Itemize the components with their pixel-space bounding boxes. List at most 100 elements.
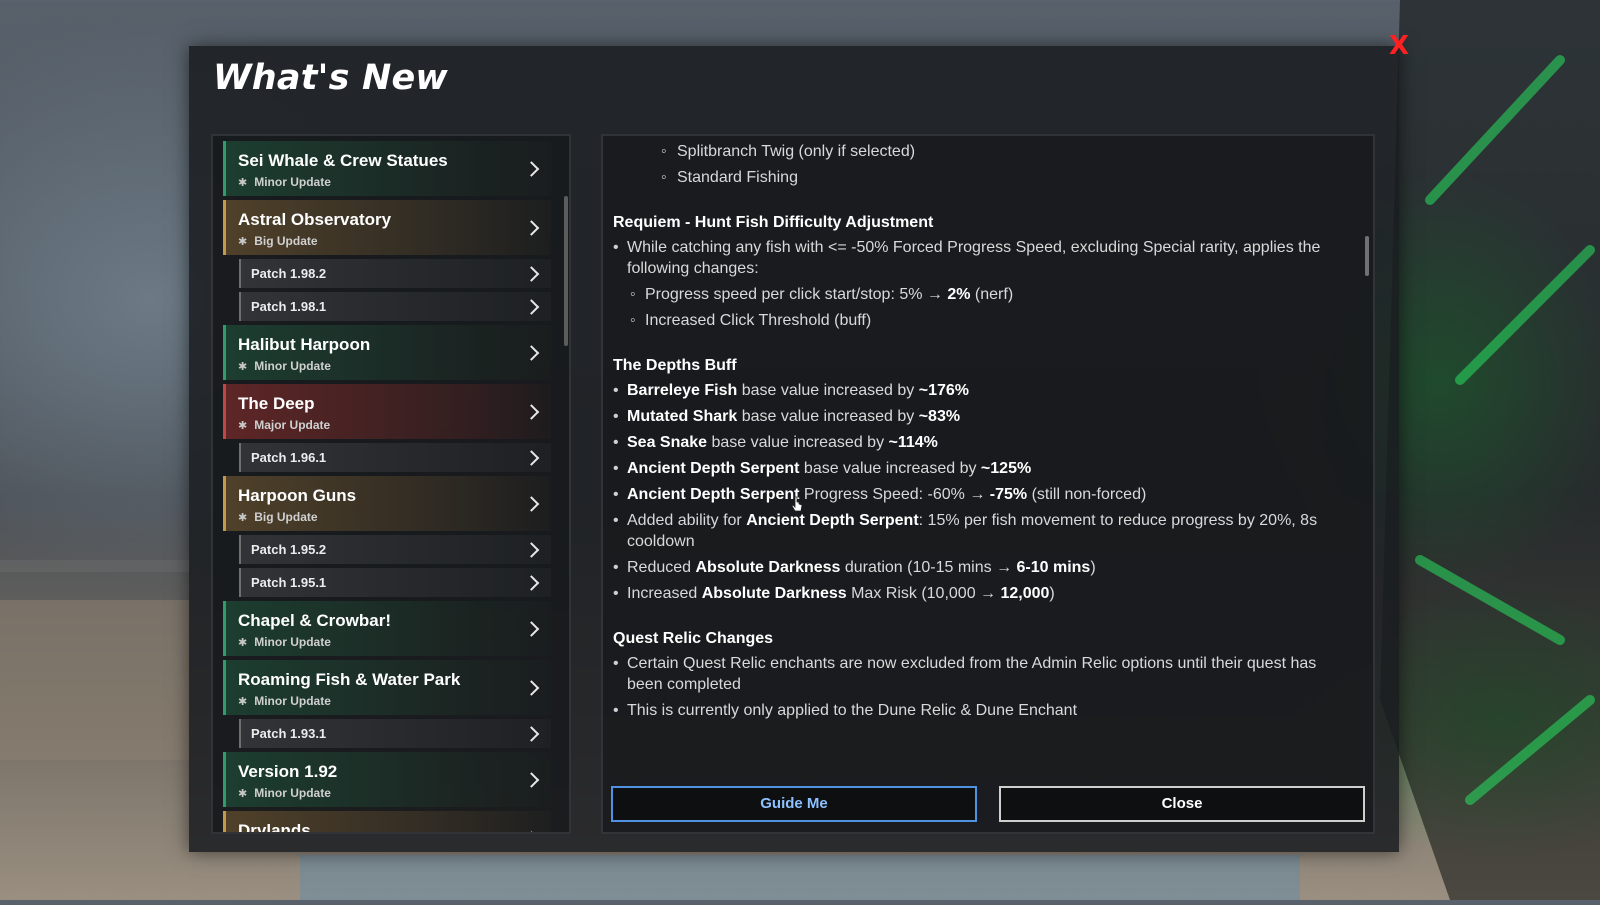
- bullet-highlight: Barreleye Fish: [627, 382, 738, 399]
- update-tag: ✱ Major Update: [238, 418, 551, 432]
- changelog-section: Requiem - Hunt Fish Difficulty Adjustmen…: [613, 214, 1353, 331]
- section-heading: Requiem - Hunt Fish Difficulty Adjustmen…: [613, 214, 934, 231]
- bullet-text: base value increased by: [707, 434, 889, 451]
- update-tag-label: Major Update: [254, 418, 331, 432]
- bullet-highlight: Ancient Depth Serpent: [627, 486, 800, 503]
- changelog-bullet: Increased Click Threshold (buff): [613, 310, 1353, 331]
- bullet-text: base value increased by: [737, 408, 919, 425]
- changelog-bullet: Increased Absolute Darkness Max Risk (10…: [613, 583, 1353, 604]
- update-tag: ✱ Minor Update: [238, 359, 551, 373]
- bullet-text: Progress speed per click start/stop: 5% …: [645, 286, 948, 303]
- chevron-right-icon: [523, 725, 540, 742]
- close-icon[interactable]: X: [1386, 31, 1412, 61]
- bullet-text: While catching any fish with <= -50% For…: [627, 239, 1321, 277]
- changelog-bullet: Sea Snake base value increased by ~114%: [613, 432, 1353, 453]
- sidebar-update-item[interactable]: Astral Observatory ✱ Big Update: [223, 200, 551, 255]
- star-icon: ✱: [238, 359, 248, 373]
- guide-me-button[interactable]: Guide Me: [611, 786, 977, 822]
- sidebar-patch-item[interactable]: Patch 1.95.1: [239, 568, 551, 597]
- update-title: Roaming Fish & Water Park: [238, 670, 461, 689]
- update-list-panel[interactable]: Sei Whale & Crew Statues ✱ Minor Update Ast…: [211, 134, 571, 834]
- patch-title: Patch 1.96.1: [251, 450, 327, 465]
- star-icon: ✱: [238, 635, 248, 649]
- update-title: Astral Observatory: [238, 210, 392, 229]
- update-details-content: Splitbranch Twig (only if selected) Stand…: [613, 136, 1353, 721]
- bullet-highlight: 6-10 mins: [1016, 559, 1091, 576]
- chevron-right-icon: [523, 449, 540, 466]
- star-icon: ✱: [238, 694, 248, 708]
- update-tag-label: Big Update: [254, 234, 318, 248]
- update-tag-label: Big Update: [254, 510, 318, 524]
- update-list-scrollbar[interactable]: [564, 196, 568, 346]
- section-heading: Quest Relic Changes: [613, 630, 774, 647]
- bullet-highlight: ~176%: [918, 382, 969, 399]
- changelog-bullet: Mutated Shark base value increased by ~8…: [613, 406, 1353, 427]
- changelog-bullet: Certain Quest Relic enchants are now exc…: [613, 653, 1353, 695]
- bullet-text: Added ability for: [627, 512, 747, 529]
- changelog-section: Splitbranch Twig (only if selected) Stand…: [613, 141, 1353, 188]
- whats-new-dialog: What's New Sei Whale & Crew Statues ✱ Mino…: [189, 46, 1399, 852]
- star-icon: ✱: [238, 510, 248, 524]
- sidebar-update-item[interactable]: Version 1.92 ✱ Minor Update: [223, 752, 551, 807]
- bullet-text: Reduced: [627, 559, 696, 576]
- changelog-bullet: This is currently only applied to the Du…: [613, 700, 1353, 721]
- update-title: Sei Whale & Crew Statues: [238, 151, 448, 170]
- patch-title: Patch 1.95.1: [251, 575, 327, 590]
- sidebar-patch-item[interactable]: Patch 1.95.2: [239, 535, 551, 564]
- changelog-bullet: Splitbranch Twig (only if selected): [613, 141, 1353, 162]
- chevron-right-icon: [523, 541, 540, 558]
- bullet-text: Increased: [627, 585, 702, 602]
- bullet-text: base value increased by: [799, 460, 981, 477]
- bullet-text: Progress Speed: -60% →: [799, 486, 990, 503]
- bullet-text: ): [1049, 585, 1055, 602]
- chevron-right-icon: [523, 298, 540, 315]
- changelog-bullet: Progress speed per click start/stop: 5% …: [613, 284, 1353, 305]
- sidebar-patch-item[interactable]: Patch 1.98.1: [239, 292, 551, 321]
- sidebar-update-item[interactable]: Drylands: [223, 811, 551, 834]
- star-icon: ✱: [238, 175, 248, 189]
- bullet-highlight: Mutated Shark: [627, 408, 738, 425]
- update-title: Harpoon Guns: [238, 486, 357, 505]
- update-list: Sei Whale & Crew Statues ✱ Minor Update Ast…: [213, 136, 559, 834]
- bullet-highlight: Ancient Depth Serpent: [627, 460, 800, 477]
- sidebar-update-item[interactable]: Chapel & Crowbar! ✱ Minor Update: [223, 601, 551, 656]
- update-tag-label: Minor Update: [254, 175, 331, 189]
- chevron-right-icon: [523, 574, 540, 591]
- update-tag-label: Minor Update: [254, 635, 331, 649]
- bullet-highlight: ~125%: [980, 460, 1032, 477]
- bullet-text: Splitbranch Twig (only if selected): [677, 143, 916, 160]
- sidebar-patch-item[interactable]: Patch 1.98.2: [239, 259, 551, 288]
- chevron-right-icon: [523, 265, 540, 282]
- update-title: Chapel & Crowbar!: [238, 611, 392, 630]
- changelog-bullet: While catching any fish with <= -50% For…: [613, 237, 1353, 279]
- bullet-text: ): [1090, 559, 1096, 576]
- bullet-text: Max Risk (10,000 →: [846, 585, 1001, 602]
- changelog-bullet: Ancient Depth Serpent base value increas…: [613, 458, 1353, 479]
- mouse-cursor-icon: [791, 496, 803, 512]
- close-button[interactable]: Close: [999, 786, 1365, 822]
- bullet-text: duration (10-15 mins →: [840, 559, 1017, 576]
- changelog-bullet: Ancient Depth Serpent Progress Speed: -6…: [613, 484, 1353, 505]
- sidebar-update-item[interactable]: Roaming Fish & Water Park ✱ Minor Update: [223, 660, 551, 715]
- bullet-highlight: -75%: [989, 486, 1028, 503]
- star-icon: ✱: [238, 418, 248, 432]
- update-tag: ✱ Big Update: [238, 234, 551, 248]
- sidebar-update-item[interactable]: The Deep ✱ Major Update: [223, 384, 551, 439]
- sidebar-patch-item[interactable]: Patch 1.93.1: [239, 719, 551, 748]
- update-title: Version 1.92: [238, 762, 338, 781]
- update-tag: ✱ Minor Update: [238, 786, 551, 800]
- patch-title: Patch 1.98.1: [251, 299, 327, 314]
- bullet-highlight: Absolute Darkness: [701, 585, 847, 602]
- update-tag: ✱ Minor Update: [238, 694, 551, 708]
- details-scrollbar[interactable]: [1365, 236, 1369, 276]
- patch-title: Patch 1.95.2: [251, 542, 327, 557]
- sidebar-patch-item[interactable]: Patch 1.96.1: [239, 443, 551, 472]
- changelog-bullet: Reduced Absolute Darkness duration (10-1…: [613, 557, 1353, 578]
- sidebar-update-item[interactable]: Halibut Harpoon ✱ Minor Update: [223, 325, 551, 380]
- star-icon: ✱: [238, 786, 248, 800]
- bullet-text: This is currently only applied to the Du…: [627, 702, 1078, 719]
- sidebar-update-item[interactable]: Sei Whale & Crew Statues ✱ Minor Update: [223, 141, 551, 196]
- update-title: Drylands: [238, 821, 311, 834]
- sidebar-update-item[interactable]: Harpoon Guns ✱ Big Update: [223, 476, 551, 531]
- update-details-panel[interactable]: Splitbranch Twig (only if selected) Stand…: [601, 134, 1375, 834]
